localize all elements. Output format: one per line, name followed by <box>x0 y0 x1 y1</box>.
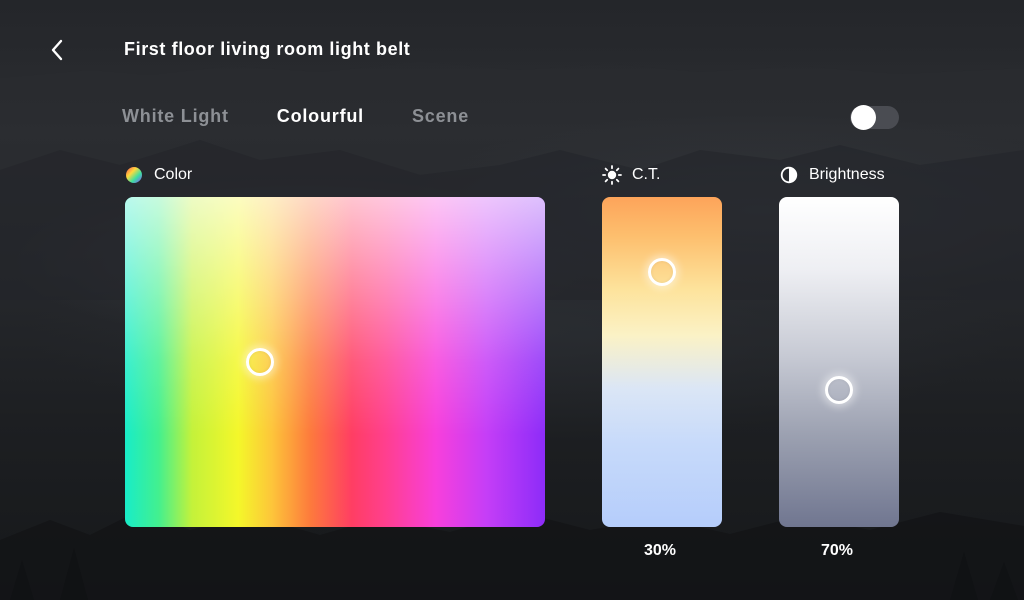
color-section-label: Color <box>124 165 192 185</box>
ct-label-text: C.T. <box>632 166 661 183</box>
ct-section-label: C.T. <box>602 165 660 185</box>
half-circle-icon <box>779 165 799 185</box>
page-title: First floor living room light belt <box>124 39 411 59</box>
ct-value: 30% <box>643 542 677 559</box>
brightness-section-label: Brightness <box>779 165 885 185</box>
tab-scene[interactable]: Scene <box>412 106 469 127</box>
color-picker-handle[interactable] <box>246 348 274 376</box>
tab-colourful[interactable]: Colourful <box>277 106 364 127</box>
color-temperature-slider[interactable] <box>602 197 722 527</box>
power-toggle[interactable] <box>850 105 899 130</box>
color-wheel-icon <box>124 165 144 185</box>
brightness-slider[interactable] <box>779 197 899 527</box>
color-picker-area[interactable] <box>125 197 545 527</box>
brightness-value: 70% <box>820 542 854 559</box>
toggle-knob <box>851 105 876 130</box>
saturation-overlay <box>125 197 545 527</box>
sun-icon <box>602 165 622 185</box>
chevron-left-icon <box>51 39 63 61</box>
brightness-slider-handle[interactable] <box>825 376 853 404</box>
ct-slider-handle[interactable] <box>648 258 676 286</box>
mode-tabs: White Light Colourful Scene <box>122 106 469 127</box>
brightness-label-text: Brightness <box>809 166 885 183</box>
back-button[interactable] <box>44 36 70 64</box>
color-label-text: Color <box>154 166 193 183</box>
tab-white-light[interactable]: White Light <box>122 106 229 127</box>
